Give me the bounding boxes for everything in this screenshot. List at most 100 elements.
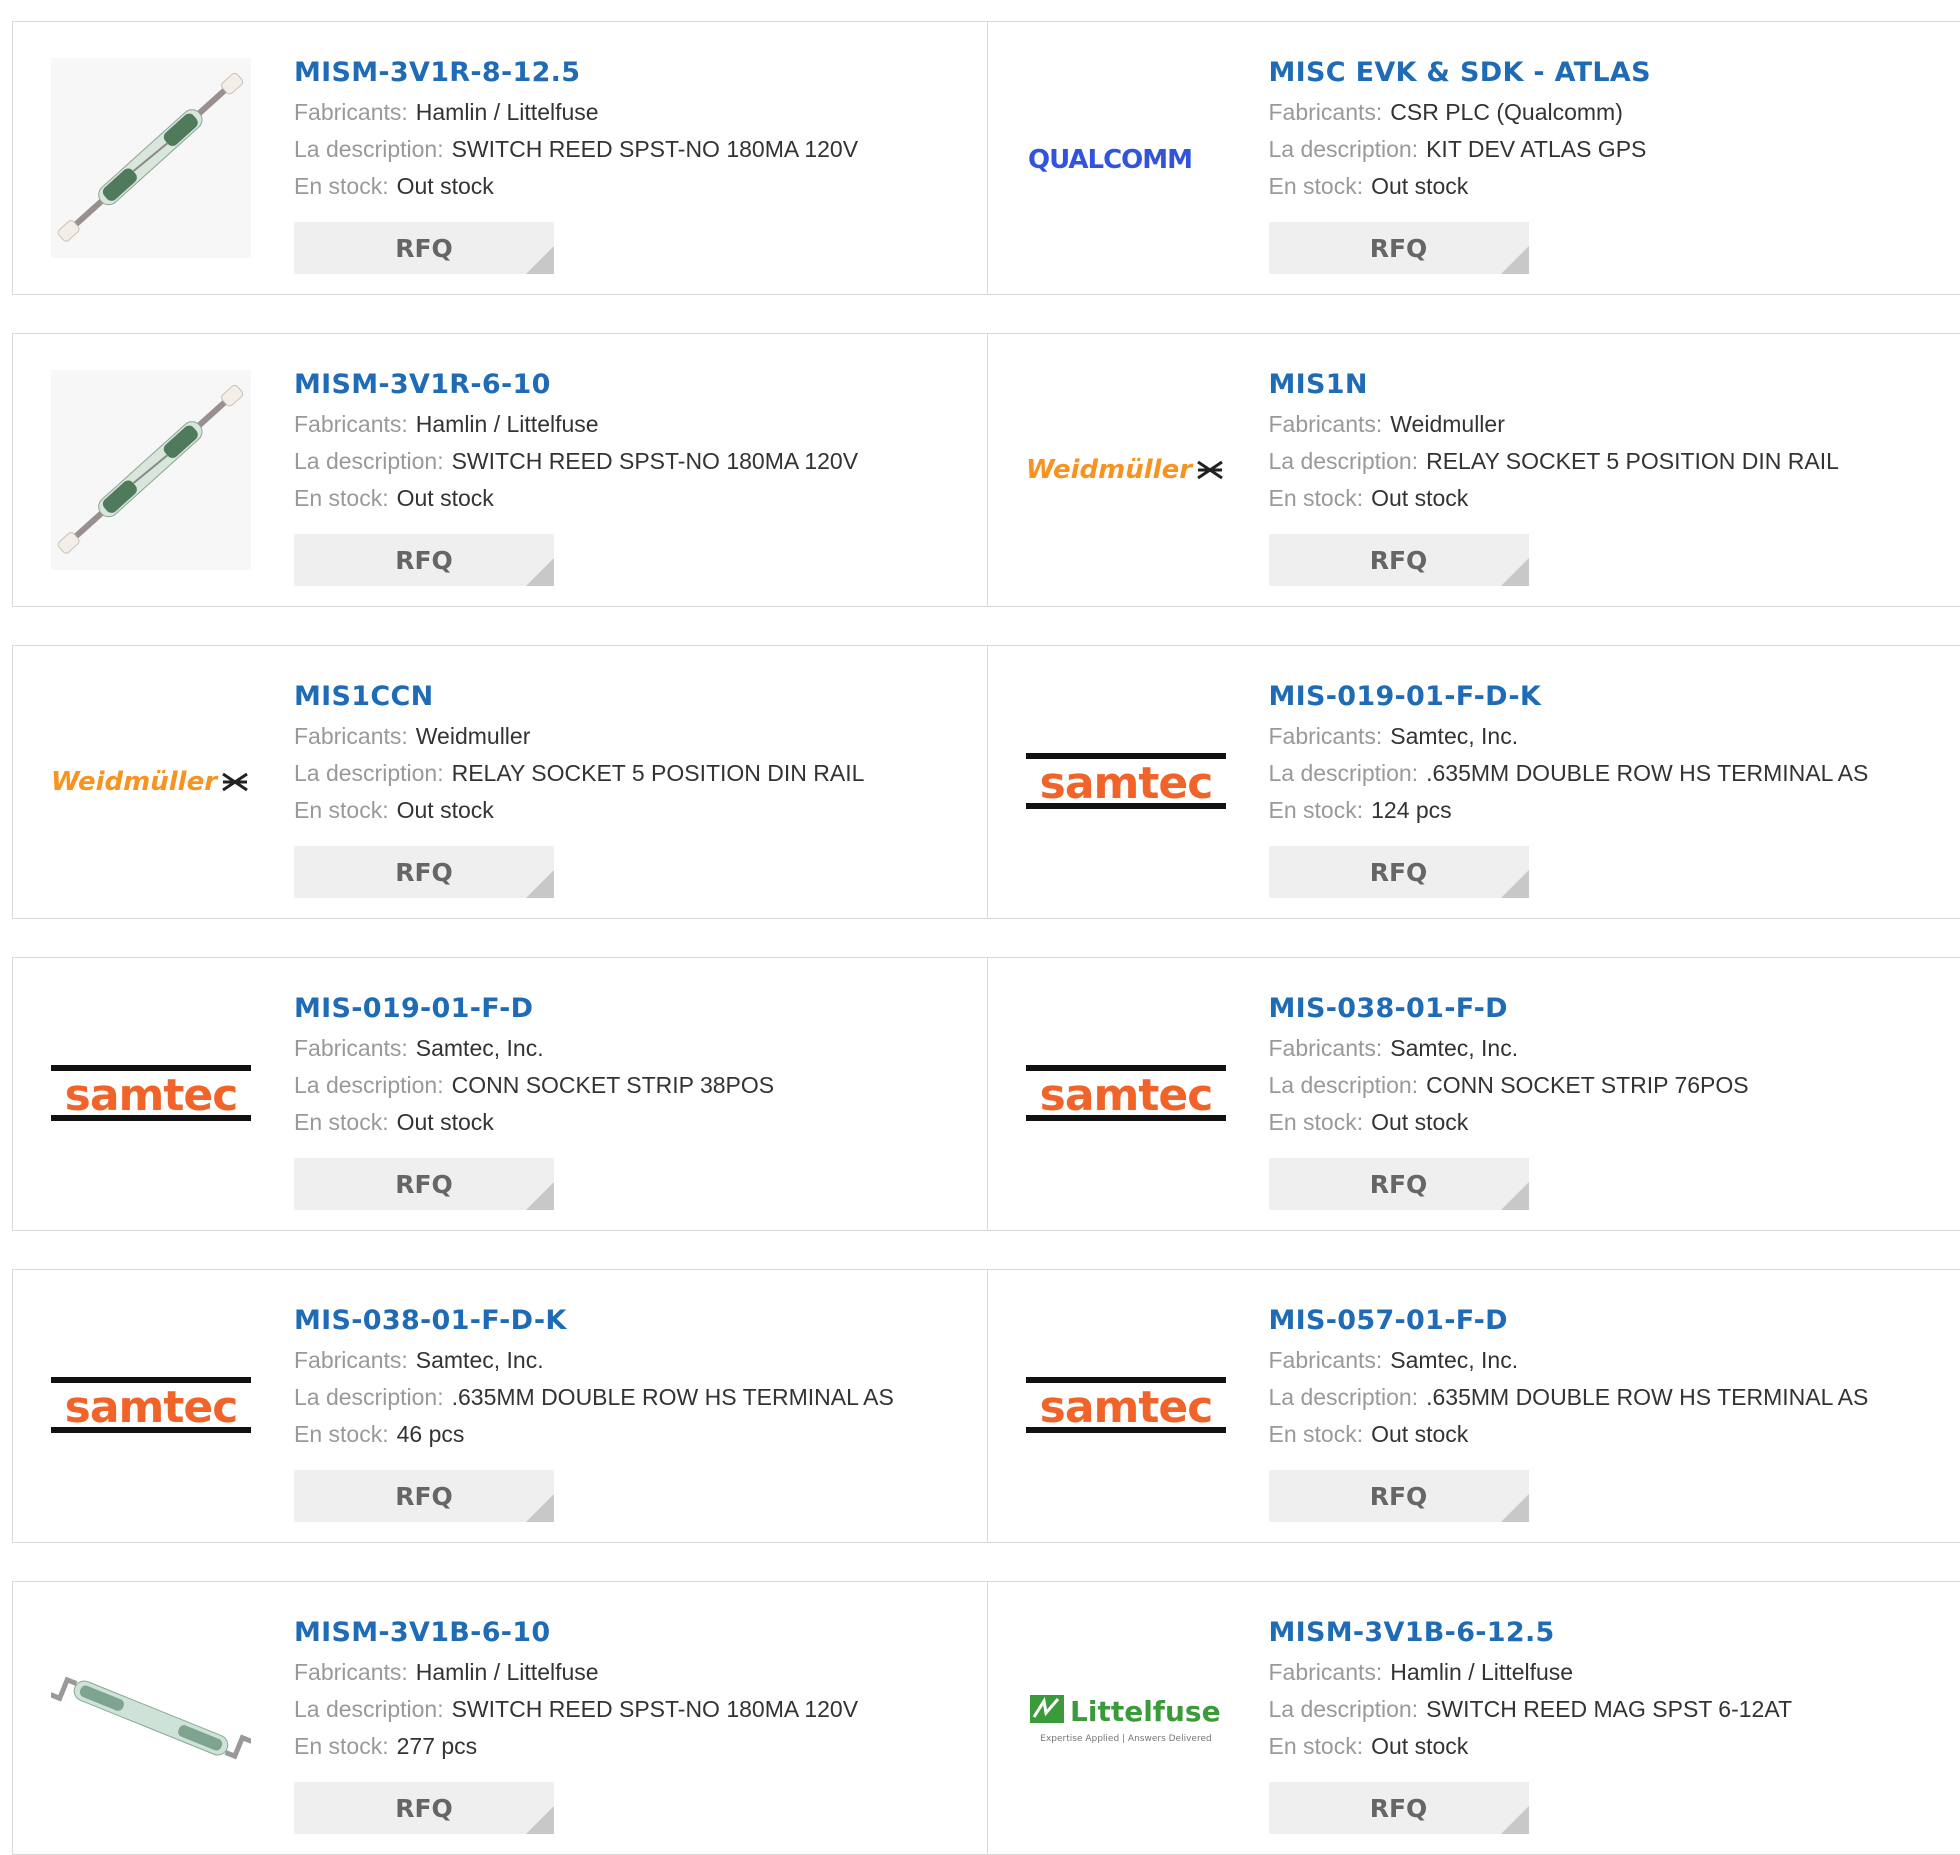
rfq-button[interactable]: RFQ bbox=[294, 1470, 554, 1522]
description-line: La description:CONN SOCKET STRIP 76POS bbox=[1269, 1067, 1941, 1104]
part-number-link[interactable]: MIS-038-01-F-D-K bbox=[294, 1300, 967, 1342]
part-number-link[interactable]: MIS-019-01-F-D bbox=[294, 988, 967, 1030]
svg-text:Expertise Applied | Answers De: Expertise Applied | Answers Delivered bbox=[1040, 1734, 1211, 1744]
rfq-button[interactable]: RFQ bbox=[1269, 1470, 1529, 1522]
reed-switch-icon[interactable] bbox=[51, 370, 251, 570]
manufacturer-label: Fabricants: bbox=[294, 723, 408, 749]
part-number-link[interactable]: MISM-3V1B-6-10 bbox=[294, 1612, 967, 1654]
reed-switch-flat-icon[interactable] bbox=[51, 1618, 251, 1818]
manufacturer-label: Fabricants: bbox=[294, 99, 408, 125]
stock-value: 46 pcs bbox=[397, 1421, 465, 1447]
littelfuse-logo[interactable]: Littelfuse Expertise Applied | Answers D… bbox=[1026, 1618, 1226, 1818]
rfq-button[interactable]: RFQ bbox=[1269, 222, 1529, 274]
description-value: .635MM DOUBLE ROW HS TERMINAL AS bbox=[1426, 760, 1868, 786]
description-label: La description: bbox=[294, 136, 444, 162]
stock-line: En stock:Out stock bbox=[1269, 1728, 1941, 1765]
product-row: samtec MIS-038-01-F-D-K Fabricants: Samte… bbox=[12, 1269, 1960, 1543]
rfq-label: RFQ bbox=[395, 1482, 453, 1511]
part-number-link[interactable]: MIS-038-01-F-D bbox=[1269, 988, 1941, 1030]
stock-line: En stock:46 pcs bbox=[294, 1416, 967, 1453]
description-value: SWITCH REED SPST-NO 180MA 120V bbox=[452, 448, 858, 474]
part-number-link[interactable]: MISM-3V1R-8-12.5 bbox=[294, 52, 967, 94]
manufacturer-line: Fabricants:Weidmuller bbox=[1269, 406, 1941, 443]
part-number-link[interactable]: MIS1N bbox=[1269, 364, 1941, 406]
manufacturer-label: Fabricants: bbox=[1269, 411, 1383, 437]
rfq-button[interactable]: RFQ bbox=[294, 1782, 554, 1834]
rfq-button[interactable]: RFQ bbox=[294, 1158, 554, 1210]
part-number-link[interactable]: MIS1CCN bbox=[294, 676, 967, 718]
manufacturer-value: CSR PLC (Qualcomm) bbox=[1390, 99, 1623, 125]
samtec-logo[interactable]: samtec bbox=[1026, 682, 1226, 882]
manufacturer-label: Fabricants: bbox=[1269, 1659, 1383, 1685]
stock-line: En stock: Out stock bbox=[1269, 168, 1941, 205]
svg-text:QUALCOMM: QUALCOMM bbox=[1028, 145, 1192, 175]
logo-text: samtec bbox=[1039, 1382, 1212, 1433]
product-card: samtec MIS-057-01-F-D Fabricants:Samtec,… bbox=[987, 1270, 1960, 1542]
reed-switch-icon[interactable] bbox=[51, 58, 251, 258]
description-label: La description: bbox=[1269, 1072, 1419, 1098]
part-number-link[interactable]: MIS-057-01-F-D bbox=[1269, 1300, 1941, 1342]
stock-value: Out stock bbox=[1371, 1733, 1468, 1759]
logo-text: samtec bbox=[65, 1382, 238, 1433]
description-line: La description:RELAY SOCKET 5 POSITION D… bbox=[294, 755, 967, 792]
product-card: samtec MIS-019-01-F-D-K Fabricants:Samte… bbox=[987, 646, 1960, 918]
corner-triangle-icon bbox=[1501, 870, 1529, 898]
stock-value: Out stock bbox=[1371, 173, 1468, 199]
product-row: MISM-3V1R-8-12.5 Fabricants: Hamlin / Lit… bbox=[12, 21, 1960, 295]
description-line: La description:.635MM DOUBLE ROW HS TERM… bbox=[1269, 755, 1941, 792]
description-label: La description: bbox=[1269, 448, 1419, 474]
rfq-button[interactable]: RFQ bbox=[294, 534, 554, 586]
rfq-button[interactable]: RFQ bbox=[1269, 1158, 1529, 1210]
rfq-button[interactable]: RFQ bbox=[1269, 846, 1529, 898]
description-line: La description:SWITCH REED SPST-NO 180MA… bbox=[294, 443, 967, 480]
product-card: MISM-3V1B-6-10 Fabricants:Hamlin / Litte… bbox=[13, 1582, 987, 1854]
stock-line: En stock:277 pcs bbox=[294, 1728, 967, 1765]
stock-value: Out stock bbox=[397, 797, 494, 823]
manufacturer-line: Fabricants:Samtec, Inc. bbox=[1269, 1030, 1941, 1067]
product-info: MIS-019-01-F-D Fabricants:Samtec, Inc. L… bbox=[294, 988, 967, 1141]
rfq-button[interactable]: RFQ bbox=[1269, 1782, 1529, 1834]
product-info: MIS-057-01-F-D Fabricants:Samtec, Inc. L… bbox=[1269, 1300, 1941, 1453]
product-info: MIS1N Fabricants:Weidmuller La descripti… bbox=[1269, 364, 1941, 517]
part-number-link[interactable]: MISM-3V1B-6-12.5 bbox=[1269, 1612, 1941, 1654]
qualcomm-logo[interactable]: QUALCOMM bbox=[1026, 58, 1226, 258]
weidmuller-logo[interactable]: Weidmüller bbox=[1026, 370, 1226, 570]
samtec-logo[interactable]: samtec bbox=[1026, 1306, 1226, 1506]
rfq-button[interactable]: RFQ bbox=[294, 846, 554, 898]
stock-line: En stock:Out stock bbox=[294, 1104, 967, 1141]
manufacturer-label: Fabricants: bbox=[294, 1347, 408, 1373]
manufacturer-line: Fabricants:CSR PLC (Qualcomm) bbox=[1269, 94, 1941, 131]
rfq-button[interactable]: RFQ bbox=[294, 222, 554, 274]
corner-triangle-icon bbox=[1501, 1494, 1529, 1522]
stock-line: En stock:Out stock bbox=[294, 480, 967, 517]
stock-label: En stock: bbox=[1269, 485, 1364, 511]
description-line: La description:.635MM DOUBLE ROW HS TERM… bbox=[1269, 1379, 1941, 1416]
rfq-button[interactable]: RFQ bbox=[1269, 534, 1529, 586]
samtec-logo[interactable]: samtec bbox=[51, 994, 251, 1194]
manufacturer-label: Fabricants: bbox=[1269, 723, 1383, 749]
description-line: La description:SWITCH REED SPST-NO 180MA… bbox=[294, 131, 967, 168]
manufacturer-value: Samtec, Inc. bbox=[416, 1347, 544, 1373]
stock-label: En stock: bbox=[1269, 173, 1364, 199]
part-number-link[interactable]: MISC EVK & SDK - ATLAS bbox=[1269, 52, 1941, 94]
samtec-logo[interactable]: samtec bbox=[1026, 994, 1226, 1194]
manufacturer-line: Fabricants: Samtec, Inc. bbox=[294, 1342, 967, 1379]
manufacturer-line: Fabricants:Hamlin / Littelfuse bbox=[1269, 1654, 1941, 1691]
weidmuller-logo[interactable]: Weidmüller bbox=[51, 682, 251, 882]
product-card: samtec MIS-038-01-F-D-K Fabricants: Samte… bbox=[13, 1270, 987, 1542]
description-line: La description:SWITCH REED SPST-NO 180MA… bbox=[294, 1691, 967, 1728]
stock-label: En stock: bbox=[294, 1109, 389, 1135]
product-info: MISM-3V1R-8-12.5 Fabricants: Hamlin / Lit… bbox=[294, 52, 967, 205]
stock-line: En stock: Out stock bbox=[1269, 480, 1941, 517]
stock-value: Out stock bbox=[1371, 1109, 1468, 1135]
manufacturer-label: Fabricants: bbox=[1269, 1347, 1383, 1373]
part-number-link[interactable]: MIS-019-01-F-D-K bbox=[1269, 676, 1941, 718]
stock-value: Out stock bbox=[1371, 485, 1468, 511]
corner-triangle-icon bbox=[526, 1494, 554, 1522]
samtec-logo[interactable]: samtec bbox=[51, 1306, 251, 1506]
manufacturer-value: Samtec, Inc. bbox=[1390, 1035, 1518, 1061]
part-number-link[interactable]: MISM-3V1R-6-10 bbox=[294, 364, 967, 406]
manufacturer-value: Hamlin / Littelfuse bbox=[416, 99, 599, 125]
stock-label: En stock: bbox=[294, 1733, 389, 1759]
product-card: samtec MIS-019-01-F-D Fabricants:Samtec,… bbox=[13, 958, 987, 1230]
